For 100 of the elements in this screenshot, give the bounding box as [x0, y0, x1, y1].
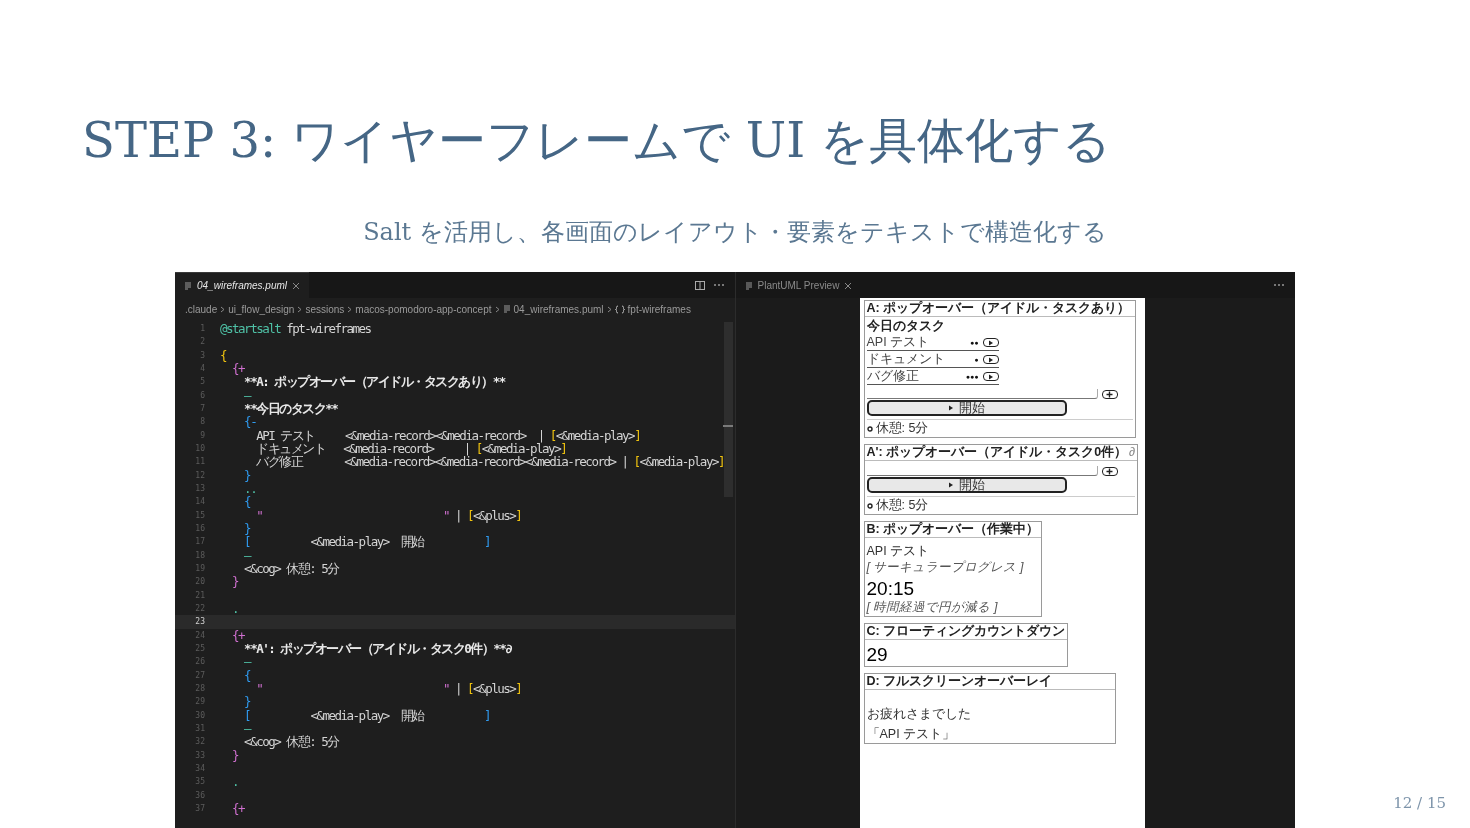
editor-tab[interactable]: 04_wireframes.puml — [175, 272, 310, 298]
line-number: 20 — [194, 577, 206, 587]
start-button[interactable]: 開始 — [866, 400, 1067, 416]
line-number: 32 — [194, 737, 206, 747]
code-line: **A: ポップオーバー（アイドル・タスクあり）** — [244, 375, 505, 389]
add-button[interactable] — [1101, 466, 1118, 476]
code-line: API テスト <&media-record><&media-record> | [<&media-play>] — [256, 428, 641, 442]
scrollbar-thumb[interactable] — [723, 322, 733, 497]
file-icon — [744, 281, 753, 290]
task-name: ドキュメント — [866, 351, 946, 368]
label-text: 「API テスト」 — [866, 727, 957, 742]
play-icon — [948, 405, 954, 411]
code-line: } — [243, 522, 251, 536]
breadcrumb-item[interactable]: .claude — [185, 303, 218, 315]
breadcrumb-item[interactable]: 04_wireframes.puml — [513, 303, 604, 315]
input-field[interactable] — [866, 389, 1098, 399]
breadcrumb-item[interactable]: macos-pomodoro-app-concept — [355, 303, 492, 315]
frame-title: C: フローティングカウントダウン — [864, 624, 1068, 640]
code-line: <&cog> 休憩: 5分 — [243, 735, 339, 749]
line-number: 27 — [194, 670, 206, 680]
task-name: バグ修正 — [866, 368, 920, 385]
line-number: 31 — [194, 724, 206, 733]
line-number: 21 — [194, 590, 206, 600]
code-line: } — [243, 468, 251, 482]
split-editor-icon[interactable] — [694, 280, 705, 290]
code-line: " " | [<&plus>] — [255, 508, 522, 522]
code-line: ドキュメント <&media-record> | [<&media-play>] — [255, 442, 567, 456]
gear-icon — [866, 425, 873, 432]
code-line: — — [243, 722, 251, 735]
line-number: 12 — [194, 470, 206, 480]
line-number: 11 — [194, 457, 206, 467]
file-icon — [184, 281, 192, 290]
chevron-icon — [606, 305, 612, 313]
play-icon — [948, 482, 954, 488]
line-number: 2 — [199, 337, 206, 347]
more-icon[interactable] — [1273, 283, 1285, 287]
more-icon[interactable] — [712, 283, 725, 287]
breadcrumb-item[interactable]: fpt-wireframes — [627, 303, 691, 315]
line-number: 10 — [194, 444, 206, 454]
breadcrumb-item[interactable]: ui_flow_design — [228, 303, 295, 315]
play-button[interactable] — [982, 355, 999, 364]
add-button[interactable] — [1101, 389, 1118, 399]
line-number: 14 — [194, 497, 206, 507]
line-number: 19 — [194, 564, 206, 574]
chevron-icon — [347, 305, 353, 313]
break-setting: 休憩: 5分 — [875, 421, 929, 436]
play-button[interactable] — [982, 338, 999, 347]
code-line: [ <&media-play> 開始 ] — [243, 708, 491, 722]
line-number: 25 — [194, 644, 206, 654]
line-number: 16 — [194, 524, 206, 534]
line-number: 29 — [194, 697, 206, 707]
line-number: 1 — [199, 324, 206, 334]
code-line: { — [220, 348, 227, 362]
code-line: { — [243, 495, 251, 509]
breadcrumb-item[interactable]: sessions — [305, 303, 345, 315]
slide-subtitle: Salt を活用し、各画面のレイアウト・要素をテキストで構造化する — [363, 217, 1107, 248]
frame-title: A: ポップオーバー（アイドル・タスクあり） — [864, 301, 1135, 317]
minimap-marker — [722, 425, 733, 427]
code-line: } — [243, 695, 251, 709]
play-button[interactable] — [982, 372, 999, 381]
code-line: [ <&media-play> 開始 ] — [243, 535, 491, 549]
start-button[interactable]: 開始 — [866, 477, 1067, 493]
line-number: 4 — [199, 364, 206, 374]
code-line: — — [243, 388, 251, 402]
line-number: 17 — [194, 537, 206, 547]
code-line: . — [231, 775, 239, 789]
code-line: <&cog> 休憩: 5分 — [243, 562, 339, 576]
timer-text: 20:15 — [866, 578, 916, 599]
code-line: {+ — [231, 362, 245, 376]
label-text: API テスト — [866, 544, 931, 559]
note-text: [ 時間経過で円が減る ] — [866, 600, 999, 615]
code-line: } — [231, 748, 239, 762]
close-icon[interactable] — [292, 281, 301, 290]
gear-icon — [866, 502, 873, 509]
frame-title: B: ポップオーバー（作業中） — [864, 522, 1042, 538]
line-number: 24 — [194, 630, 206, 640]
line-number: 13 — [194, 484, 206, 494]
plus-icon — [1106, 467, 1113, 475]
frame-title: A': ポップオーバー（アイドル・タスク0件） ∂ — [864, 445, 1138, 461]
slide-title: STEP 3: ワイヤーフレームで UI を具体化する — [82, 111, 1113, 170]
play-icon — [987, 356, 994, 363]
code-line: **今日のタスク** — [243, 402, 338, 416]
close-icon[interactable] — [844, 281, 853, 290]
code-line: .. — [243, 482, 257, 496]
code-line: **A': ポップオーバー（アイドル・タスク0件）**∂ — [244, 642, 512, 656]
code-line: バグ修正 <&media-record><&media-record><&media-record> | [<&media-play>] — [255, 455, 724, 469]
chevron-icon — [297, 305, 303, 313]
note-text: [ サーキュラープログレス ] — [866, 560, 1025, 575]
code-line: { — [243, 668, 251, 682]
line-number: 22 — [194, 604, 206, 614]
chevron-icon — [220, 305, 226, 313]
code-line: {+ — [231, 801, 245, 815]
input-field[interactable] — [866, 466, 1098, 476]
timer-text: 29 — [866, 644, 889, 665]
file-icon — [502, 305, 511, 313]
code-line: " " | [<&plus>] — [255, 682, 522, 695]
line-number: 26 — [194, 657, 206, 667]
line-number: 23 — [194, 617, 206, 627]
break-setting: 休憩: 5分 — [875, 498, 929, 513]
code-line: — — [243, 655, 251, 669]
